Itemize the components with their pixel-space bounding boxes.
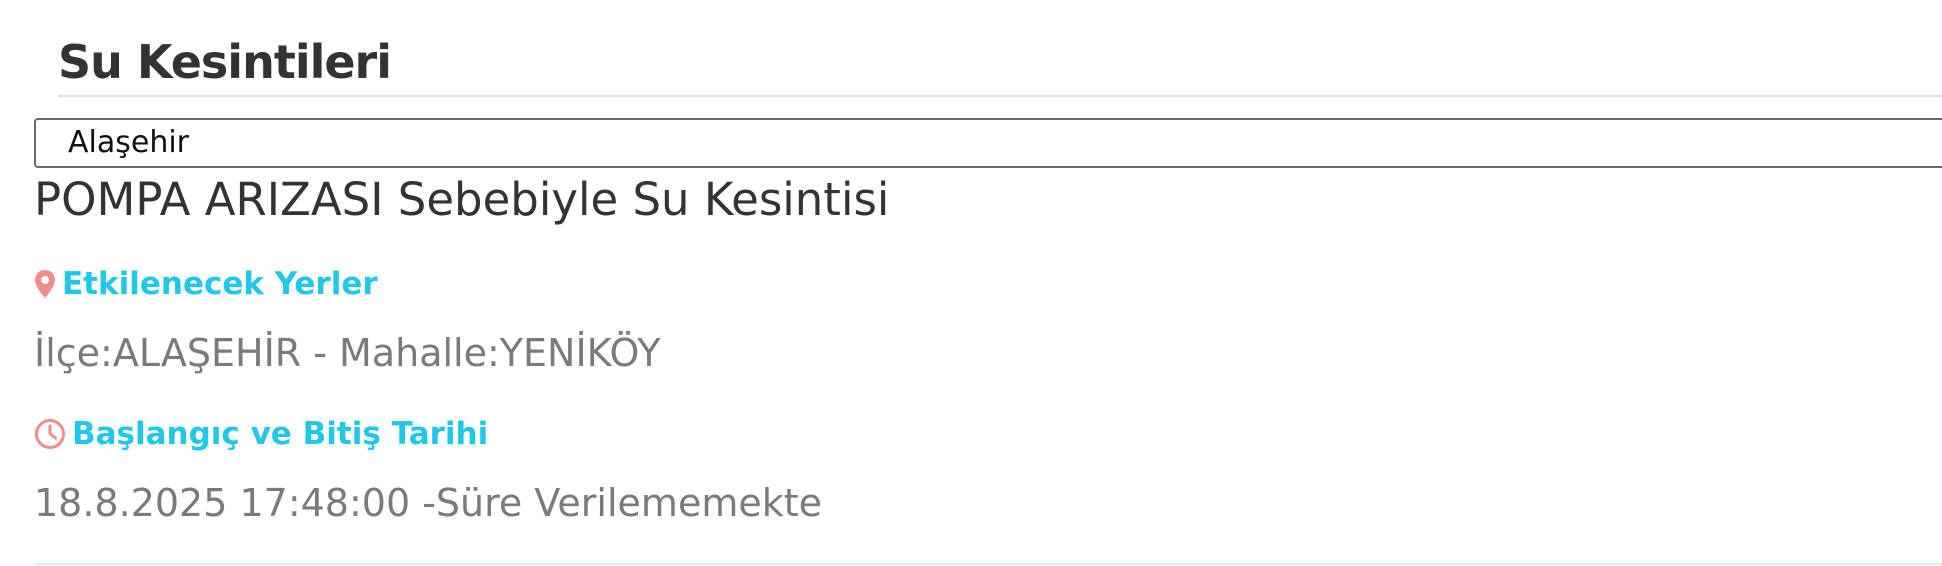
district-select[interactable]: Alaşehir (34, 118, 1942, 168)
affected-places-label: Etkilenecek Yerler (62, 266, 378, 302)
outage-title: POMPA ARIZASI Sebebiyle Su Kesintisi (34, 173, 890, 226)
page-title: Su Kesintileri (58, 35, 392, 89)
date-range-value: 18.8.2025 17:48:00 -Süre Verilememekte (34, 481, 822, 525)
water-outages-page: Su Kesintileri Alaşehir POMPA ARIZASI Se… (0, 0, 1942, 566)
affected-places-heading: Etkilenecek Yerler (34, 262, 378, 306)
date-range-heading: Başlangıç ve Bitiş Tarihi (34, 412, 488, 456)
title-divider (58, 95, 1942, 97)
date-range-label: Başlangıç ve Bitiş Tarihi (72, 416, 489, 452)
section-divider (34, 563, 1942, 565)
affected-places-value: İlçe:ALAŞEHİR - Mahalle:YENİKÖY (34, 331, 661, 375)
map-pin-icon (34, 269, 56, 299)
clock-icon (34, 418, 66, 450)
